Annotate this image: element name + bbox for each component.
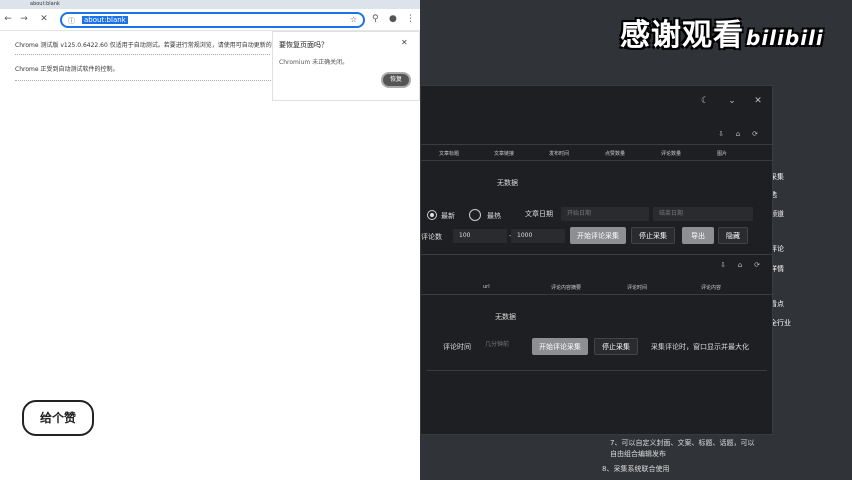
divider bbox=[15, 54, 270, 55]
start-comment-collection-button[interactable]: 开始评论采集 bbox=[570, 227, 626, 244]
star-icon[interactable]: ☆ bbox=[350, 15, 357, 24]
restore-pages-popup: 要恢复页面吗？ ✕ Chromium 未正确关闭。 恢复 bbox=[272, 31, 420, 101]
divider bbox=[421, 144, 774, 145]
column-header: 图片 bbox=[717, 151, 728, 157]
date-label: 文章日期 bbox=[525, 210, 553, 218]
stop-collection-button[interactable]: 停止采集 bbox=[631, 227, 675, 244]
address-text[interactable]: about:blank bbox=[82, 16, 128, 24]
refresh-icon[interactable]: ⟳ bbox=[751, 259, 763, 271]
collect-window-label: 采集评论时，窗口显示并最大化 bbox=[651, 343, 749, 351]
address-bar[interactable]: ⓘ about:blank ☆ bbox=[60, 12, 365, 28]
divider bbox=[427, 370, 767, 371]
comment-time-label: 评论时间 bbox=[443, 343, 471, 351]
divider bbox=[421, 254, 774, 255]
radio-latest[interactable] bbox=[427, 210, 437, 220]
empty-state: 无数据 bbox=[497, 179, 518, 187]
close-icon[interactable]: ✕ bbox=[401, 38, 408, 47]
like-sticker: 给个赞 bbox=[22, 400, 94, 436]
feature-line: 7、可以自定义封面、文案、标题、话题，可以 bbox=[610, 439, 755, 447]
watermark-text: 感谢观看 bbox=[620, 18, 744, 53]
popup-title: 要恢复页面吗？ bbox=[279, 41, 328, 49]
radio-hot-label: 最热 bbox=[487, 212, 501, 220]
watermark: 感谢观看 bilibili bbox=[620, 10, 824, 54]
stop-collection-button-2[interactable]: 停止采集 bbox=[594, 338, 638, 355]
export-button[interactable]: 导出 bbox=[682, 227, 714, 244]
radio-latest-label: 最新 bbox=[441, 212, 455, 220]
column-header: 评论时间 bbox=[627, 285, 648, 291]
delete-icon[interactable]: ⌂ bbox=[734, 259, 746, 271]
back-icon[interactable]: ← bbox=[2, 14, 14, 24]
menu-icon[interactable]: ⋮ bbox=[406, 14, 415, 24]
start-date-input[interactable]: 开始日期 bbox=[561, 207, 649, 221]
column-header: 发布时间 bbox=[549, 151, 570, 157]
divider bbox=[421, 294, 774, 295]
max-comments-input[interactable]: 1000 bbox=[511, 229, 565, 243]
end-date-input[interactable]: 结束日期 bbox=[653, 207, 753, 221]
reload-icon[interactable]: ✕ bbox=[38, 14, 50, 24]
feature-line: 8、采集系统联合使用 bbox=[602, 465, 670, 473]
extensions-icon[interactable]: ⚲ bbox=[372, 14, 379, 24]
info-icon[interactable]: ⓘ bbox=[68, 16, 75, 26]
restore-button[interactable]: 恢复 bbox=[381, 72, 411, 88]
column-header: 点赞数量 bbox=[605, 151, 626, 157]
column-header: 评论数量 bbox=[661, 151, 682, 157]
chrome-window: about:blank ← → ✕ ⓘ about:blank ☆ ⚲ ● ⋮ … bbox=[0, 0, 420, 480]
popup-body: Chromium 未正确关闭。 bbox=[279, 59, 349, 66]
minimize-icon[interactable]: ⌄ bbox=[726, 95, 738, 107]
browser-toolbar: ← → ✕ ⓘ about:blank ☆ ⚲ ● ⋮ bbox=[0, 9, 420, 31]
column-header: 文章标题 bbox=[439, 151, 460, 157]
comment-time-input[interactable]: 几分钟前 bbox=[479, 338, 521, 352]
refresh-icon[interactable]: ⟳ bbox=[749, 128, 761, 140]
tab-strip: about:blank bbox=[0, 0, 420, 9]
automation-info: Chrome 正受到自动测试软件的控制。 bbox=[15, 66, 119, 73]
start-comment-collection-button-2[interactable]: 开始评论采集 bbox=[532, 338, 588, 355]
feature-line: 自由组合编辑发布 bbox=[610, 450, 666, 458]
radio-hot[interactable] bbox=[469, 209, 481, 221]
column-header: 评论内容摘要 bbox=[551, 285, 582, 291]
bilibili-logo: bilibili bbox=[746, 26, 824, 50]
min-comments-input[interactable]: 100 bbox=[453, 229, 507, 243]
hide-button[interactable]: 隐藏 bbox=[718, 227, 748, 244]
app-window: ☾ ⌄ ✕ ⇩ ⌂ ⟳ 文章标题 文章链接 发布时间 点赞数量 评论数量 图片 … bbox=[420, 85, 774, 435]
profile-icon[interactable]: ● bbox=[389, 14, 397, 24]
download-icon[interactable]: ⇩ bbox=[717, 259, 729, 271]
column-header: url bbox=[483, 284, 490, 290]
empty-state: 无数据 bbox=[495, 313, 516, 321]
divider bbox=[421, 160, 774, 161]
right-list-item: 全行业 bbox=[770, 319, 791, 327]
close-icon[interactable]: ✕ bbox=[752, 95, 764, 107]
download-icon[interactable]: ⇩ bbox=[715, 128, 727, 140]
column-header: 文章链接 bbox=[494, 151, 515, 157]
tab-about-blank[interactable]: about:blank bbox=[30, 0, 60, 9]
delete-icon[interactable]: ⌂ bbox=[732, 128, 744, 140]
column-header: 评论内容 bbox=[701, 285, 722, 291]
comment-count-label: 评论数 bbox=[421, 233, 442, 241]
forward-icon[interactable]: → bbox=[18, 14, 30, 24]
theme-icon[interactable]: ☾ bbox=[699, 95, 711, 107]
